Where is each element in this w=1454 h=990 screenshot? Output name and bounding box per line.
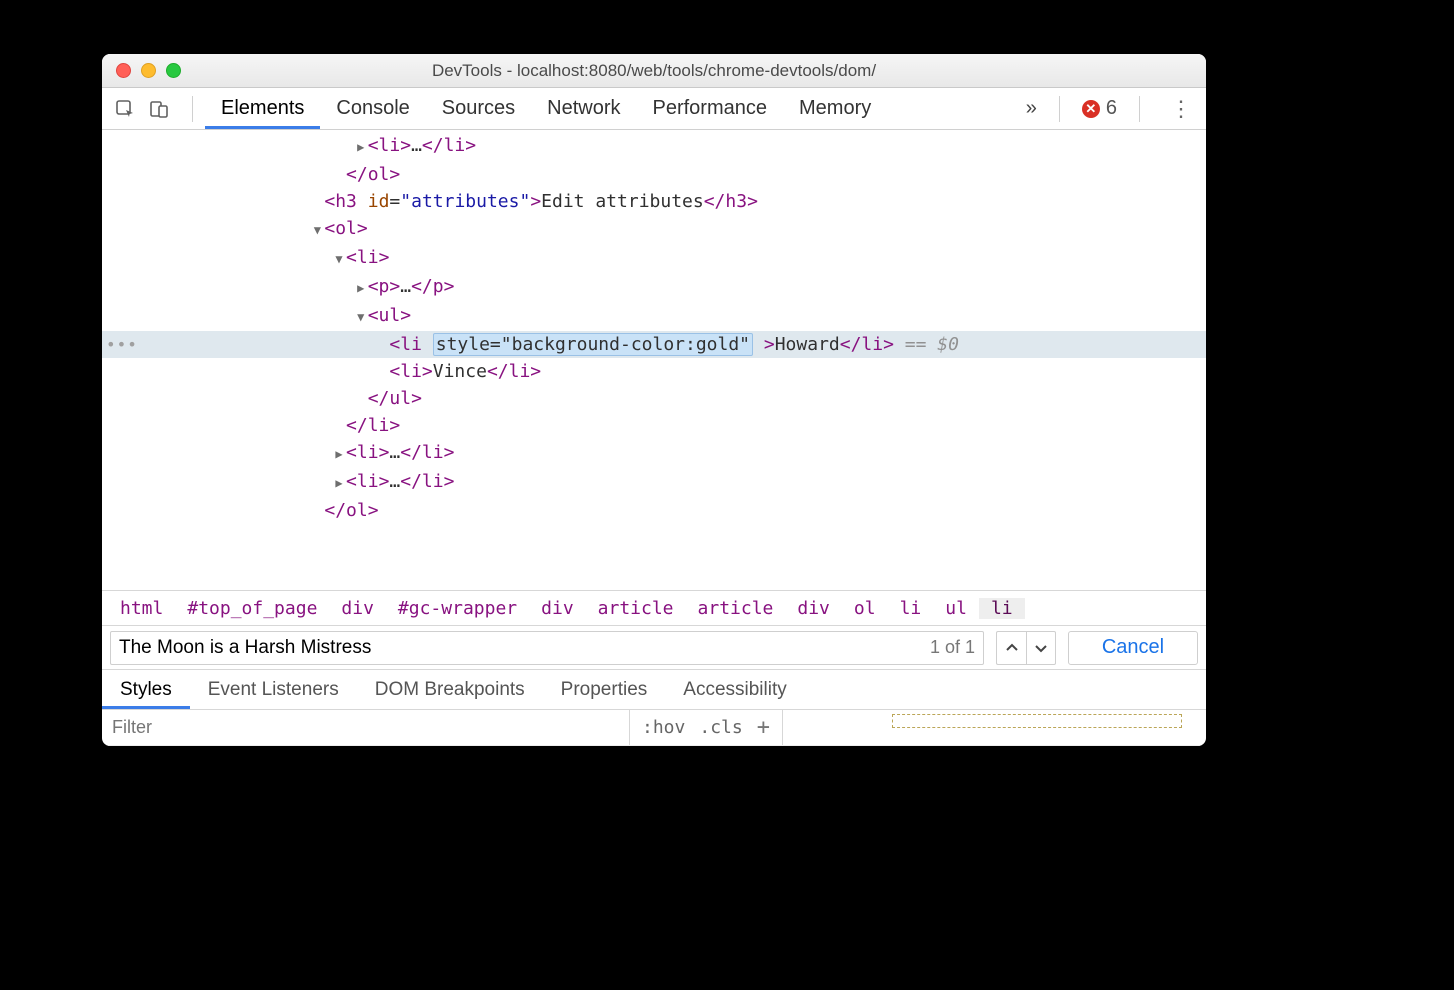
dom-row[interactable]: <p>…</p> [102,273,1206,302]
error-icon: ✕ [1082,100,1100,118]
subtab-properties[interactable]: Properties [543,670,666,709]
separator [1139,96,1140,122]
styles-hov-cls: :hov .cls + [630,710,783,745]
error-badge[interactable]: ✕ 6 [1082,97,1117,120]
dom-row[interactable]: </ol> [102,161,1206,188]
search-count: 1 of 1 [922,637,975,658]
expand-arrow-icon[interactable] [354,275,368,302]
dom-row-selected[interactable]: ••• <li style="background-color:gold" >H… [102,331,1206,358]
styles-toolbar: :hov .cls + [102,710,1206,746]
settings-menu-icon[interactable]: ⋮ [1162,96,1200,122]
hov-toggle[interactable]: :hov [642,717,685,738]
main-toolbar: ElementsConsoleSourcesNetworkPerformance… [102,88,1206,130]
expand-arrow-icon[interactable] [354,134,368,161]
expand-arrow-icon[interactable] [354,304,368,331]
subtab-dom-breakpoints[interactable]: DOM Breakpoints [357,670,543,709]
toolbar-right: » ✕ 6 ⋮ [1026,96,1200,122]
close-icon[interactable] [116,63,131,78]
maximize-icon[interactable] [166,63,181,78]
more-tabs-icon[interactable]: » [1026,97,1037,120]
dom-row[interactable]: <li>…</li> [102,439,1206,468]
expand-arrow-icon[interactable] [332,470,346,497]
dom-row[interactable]: <h3 id="attributes">Edit attributes</h3> [102,188,1206,215]
breadcrumb-item[interactable]: ol [842,598,888,619]
search-box: 1 of 1 [110,631,984,665]
tab-elements[interactable]: Elements [205,88,320,129]
traffic-lights [102,63,181,78]
new-style-rule-icon[interactable]: + [757,715,770,740]
window-title: DevTools - localhost:8080/web/tools/chro… [102,61,1206,81]
dom-breadcrumb: html#top_of_pagediv#gc-wrapperdivarticle… [102,590,1206,626]
dom-row[interactable]: <li>…</li> [102,132,1206,161]
breadcrumb-item[interactable]: article [586,598,686,619]
breadcrumb-item[interactable]: article [686,598,786,619]
tab-network[interactable]: Network [531,88,636,129]
dom-row[interactable]: <ol> [102,215,1206,244]
breadcrumb-item[interactable]: div [529,598,586,619]
dom-row[interactable]: </ul> [102,385,1206,412]
breadcrumb-item[interactable]: li [888,598,934,619]
device-toolbar-icon[interactable] [146,96,172,122]
elements-dom-tree[interactable]: <li>…</li> </ol> <h3 id="attributes">Edi… [102,130,1206,590]
panel-tabs: ElementsConsoleSourcesNetworkPerformance… [205,88,887,129]
dom-row[interactable]: <li>Vince</li> [102,358,1206,385]
subtab-styles[interactable]: Styles [102,670,190,709]
dom-row[interactable]: </ol> [102,497,1206,524]
tab-performance[interactable]: Performance [637,88,784,129]
inspect-element-icon[interactable] [112,96,138,122]
breadcrumb-item[interactable]: li [979,598,1025,619]
search-next-button[interactable] [1026,631,1056,665]
expand-arrow-icon[interactable] [332,246,346,273]
devtools-window: DevTools - localhost:8080/web/tools/chro… [102,54,1206,746]
breadcrumb-item[interactable]: #top_of_page [175,598,329,619]
styles-filter-input[interactable] [112,717,629,738]
error-count: 6 [1106,97,1117,120]
search-step-buttons [996,631,1056,665]
breadcrumb-item[interactable]: div [329,598,386,619]
subtab-accessibility[interactable]: Accessibility [665,670,804,709]
titlebar: DevTools - localhost:8080/web/tools/chro… [102,54,1206,88]
search-input[interactable] [119,637,922,659]
breadcrumb-item[interactable]: ul [933,598,979,619]
dom-row[interactable]: <li>…</li> [102,468,1206,497]
styles-subtabs: StylesEvent ListenersDOM BreakpointsProp… [102,670,1206,710]
search-prev-button[interactable] [996,631,1026,665]
styles-filter-box [102,710,630,745]
tab-console[interactable]: Console [320,88,425,129]
dom-row[interactable]: <ul> [102,302,1206,331]
breadcrumb-item[interactable]: #gc-wrapper [386,598,529,619]
breadcrumb-item[interactable]: html [108,598,175,619]
dom-row[interactable]: </li> [102,412,1206,439]
separator [1059,96,1060,122]
separator [192,96,193,122]
subtab-event-listeners[interactable]: Event Listeners [190,670,357,709]
expand-arrow-icon[interactable] [332,441,346,468]
tab-memory[interactable]: Memory [783,88,887,129]
cancel-button[interactable]: Cancel [1068,631,1198,665]
tab-sources[interactable]: Sources [426,88,531,129]
box-model-fragment [892,714,1182,728]
dom-row[interactable]: <li> [102,244,1206,273]
minimize-icon[interactable] [141,63,156,78]
attribute-edit-field[interactable]: style="background-color:gold" [433,333,753,356]
search-bar: 1 of 1 Cancel [102,626,1206,670]
styles-body [783,710,1206,745]
cls-toggle[interactable]: .cls [699,717,742,738]
expand-arrow-icon[interactable] [310,217,324,244]
breadcrumb-item[interactable]: div [785,598,842,619]
